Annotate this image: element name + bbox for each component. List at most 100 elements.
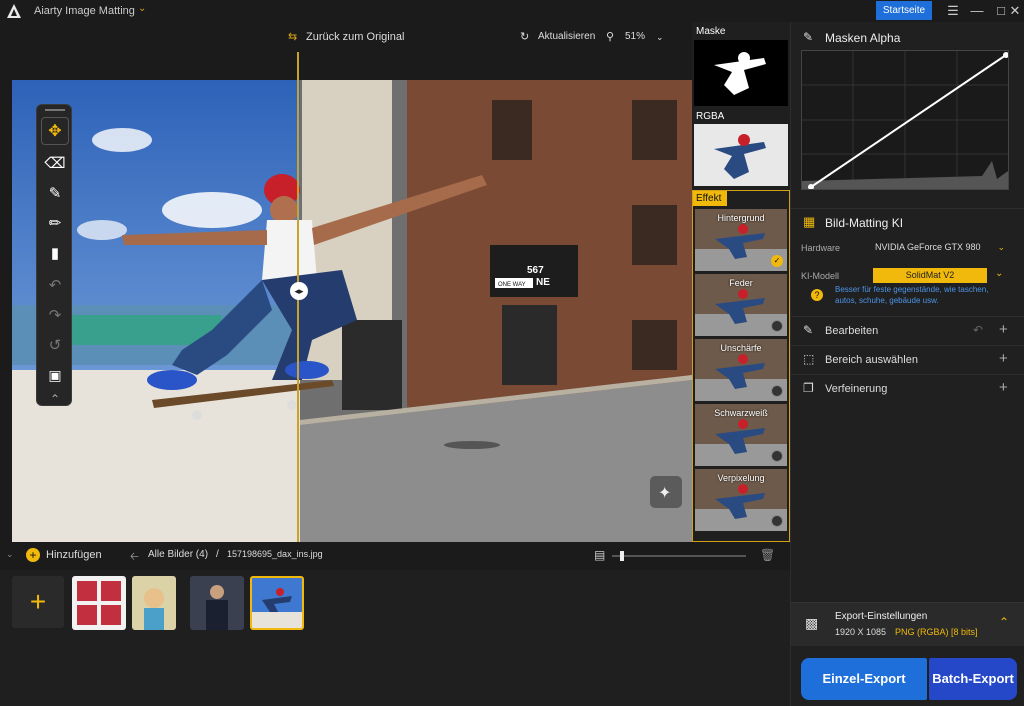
trash-icon[interactable]: 🗑	[760, 548, 775, 562]
image-size-icon: ▤	[594, 548, 606, 562]
title-bar: Aiarty Image Matting ⌄ Startseite ☰ — □ …	[0, 0, 1024, 22]
effect-option-label: Unschärfe	[720, 343, 762, 353]
rgba-thumbnail[interactable]	[694, 124, 788, 186]
home-button[interactable]: Startseite	[876, 1, 932, 20]
expand-icon[interactable]: +	[999, 350, 1008, 367]
effect-option[interactable]: Verpixelung	[695, 469, 787, 531]
batch-export-button[interactable]: Batch-Export	[929, 658, 1017, 700]
roller-icon[interactable]: ▮	[41, 239, 69, 267]
refine-icon: ❐	[803, 381, 814, 395]
section-row[interactable]: ⬚ Bereich auswählen +	[791, 345, 1024, 373]
section-row[interactable]: ❐ Verfeinerung +	[791, 374, 1024, 402]
section-row[interactable]: ✎ Bearbeiten ↶ +	[791, 316, 1024, 344]
export-settings[interactable]: ▩ Export-Einstellungen 1920 X 1085 PNG (…	[791, 602, 1024, 646]
refresh-button[interactable]: Aktualisieren	[538, 27, 595, 47]
move-icon[interactable]: ✥	[41, 117, 69, 145]
rgba-label: RGBA	[696, 111, 725, 122]
minimize-icon[interactable]: —	[966, 2, 988, 20]
effect-option-label: Schwarzweiß	[714, 408, 768, 418]
reset-icon[interactable]: ↺	[41, 331, 69, 359]
close-icon[interactable]: ✕	[1004, 2, 1024, 20]
image-canvas[interactable]: 567 NE ONE WAY ✦ ◂▸ ✥ ⌫ ✎ ✏ ▮ ↶ ↷ ↺ ▣ ⌃	[0, 52, 692, 542]
zoom-level[interactable]: 51%	[625, 27, 645, 47]
compare-handle-icon[interactable]: ◂▸	[290, 282, 308, 300]
ai-enhance-icon[interactable]: ✦	[658, 483, 671, 502]
chevron-up-icon[interactable]: ⌃	[999, 615, 1009, 629]
all-images-link[interactable]: Alle Bilder (4)	[148, 549, 208, 560]
zoom-icon[interactable]: ⚲	[606, 27, 614, 47]
oneway-sign: ONE WAY	[498, 282, 526, 288]
tool-palette: ✥ ⌫ ✎ ✏ ▮ ↶ ↷ ↺ ▣ ⌃	[36, 104, 72, 406]
mask-label: Maske	[696, 26, 726, 37]
thumbnail-skater-selected[interactable]	[250, 576, 304, 630]
checkmark-icon[interactable]: ✓	[771, 255, 783, 267]
effect-option[interactable]: Feder	[695, 274, 787, 336]
radio-icon[interactable]	[771, 450, 783, 462]
preview-column: Maske RGBA Effekt Hintergrund ✓ Feder Unsch…	[692, 22, 790, 542]
undo-icon[interactable]: ↶	[973, 323, 983, 337]
effect-option[interactable]: Schwarzweiß	[695, 404, 787, 466]
image-list-bar: ⌄ + Hinzufügen 🡠 Alle Bilder (4) / 15719…	[0, 542, 790, 570]
thumbnail-child[interactable]	[132, 576, 176, 630]
collapse-icon[interactable]: ⌃	[41, 385, 69, 413]
hardware-select[interactable]: NVIDIA GeForce GTX 980 ⌄	[871, 238, 1009, 256]
mask-thumbnail[interactable]	[694, 40, 788, 106]
sign-letters: NE	[536, 277, 550, 288]
filename: 157198695_dax_ins.jpg	[227, 549, 323, 559]
model-dropdown-icon[interactable]: ⌄	[995, 268, 1003, 279]
image-preview: 567 NE ONE WAY ✦	[12, 80, 692, 542]
effect-option-label: Hintergrund	[717, 213, 765, 223]
radio-icon[interactable]	[771, 385, 783, 397]
thumbnail-size-slider[interactable]	[612, 555, 746, 557]
help-icon[interactable]: ?	[811, 289, 823, 301]
section-label: Verfeinerung	[825, 383, 888, 395]
app-title: Aiarty Image Matting	[34, 5, 135, 17]
slider-thumb[interactable]	[620, 551, 624, 561]
expand-icon[interactable]: +	[999, 321, 1008, 338]
effect-option-label: Feder	[729, 278, 753, 288]
effect-option[interactable]: Unschärfe	[695, 339, 787, 401]
effect-option[interactable]: Hintergrund ✓	[695, 209, 787, 271]
effect-option-label: Verpixelung	[717, 473, 765, 483]
back-to-original-button[interactable]: Zurück zum Original	[306, 27, 404, 47]
model-select[interactable]: SolidMat V2	[873, 268, 987, 283]
undo-icon[interactable]: ↶	[41, 271, 69, 299]
effect-panel: Effekt Hintergrund ✓ Feder Unschärfe Schwarz…	[692, 190, 790, 542]
export-size: 1920 X 1085	[835, 627, 887, 637]
menu-icon[interactable]: ☰	[942, 2, 964, 20]
redo-icon[interactable]: ↷	[41, 301, 69, 329]
matting-title: Bild-Matting KI	[825, 216, 904, 230]
add-image-button[interactable]: +	[12, 576, 64, 628]
eyedropper-icon[interactable]: ✎	[803, 30, 813, 44]
export-settings-icon: ▩	[805, 615, 819, 631]
eraser-icon[interactable]: ⌫	[41, 149, 69, 177]
canvas-toolbar: ⇆ Zurück zum Original ↻ Aktualisieren ⚲ …	[0, 22, 790, 52]
thumbnail-man[interactable]	[190, 576, 244, 630]
compare-icon[interactable]: ⇆	[288, 27, 297, 47]
single-export-button[interactable]: Einzel-Export	[801, 658, 927, 700]
section-label: Bearbeiten	[825, 325, 879, 337]
settings-panel: ✎ Masken Alpha ▦ Bild-Matting KI Hardwar…	[790, 22, 1024, 706]
back-arrow-icon[interactable]: 🡠	[130, 548, 139, 567]
add-button[interactable]: Hinzufügen	[46, 549, 102, 561]
radio-icon[interactable]	[771, 320, 783, 332]
collapse-icon[interactable]: ⌄	[6, 549, 14, 560]
zoom-dropdown-icon[interactable]: ⌄	[656, 27, 664, 47]
app-logo-icon	[7, 4, 21, 18]
export-format: PNG (RGBA) [8 bits]	[895, 627, 978, 637]
radio-icon[interactable]	[771, 515, 783, 527]
ai-matting-icon: ▦	[803, 214, 816, 229]
chevron-down-icon: ⌄	[997, 242, 1005, 252]
effect-label: Effekt	[693, 191, 727, 206]
model-label: KI-Modell	[801, 271, 840, 281]
edit-icon: ✎	[803, 323, 814, 337]
paint-icon[interactable]: ✏	[41, 209, 69, 237]
refresh-icon[interactable]: ↻	[520, 27, 529, 47]
add-icon[interactable]: +	[26, 548, 40, 562]
brush-icon[interactable]: ✎	[41, 179, 69, 207]
alpha-curve[interactable]	[801, 50, 1009, 190]
model-hint: Besser für feste gegenstände, wie tasche…	[835, 285, 989, 305]
chevron-down-icon[interactable]: ⌄	[138, 3, 146, 14]
expand-icon[interactable]: +	[999, 379, 1008, 396]
thumbnail-handbags[interactable]	[72, 576, 126, 630]
